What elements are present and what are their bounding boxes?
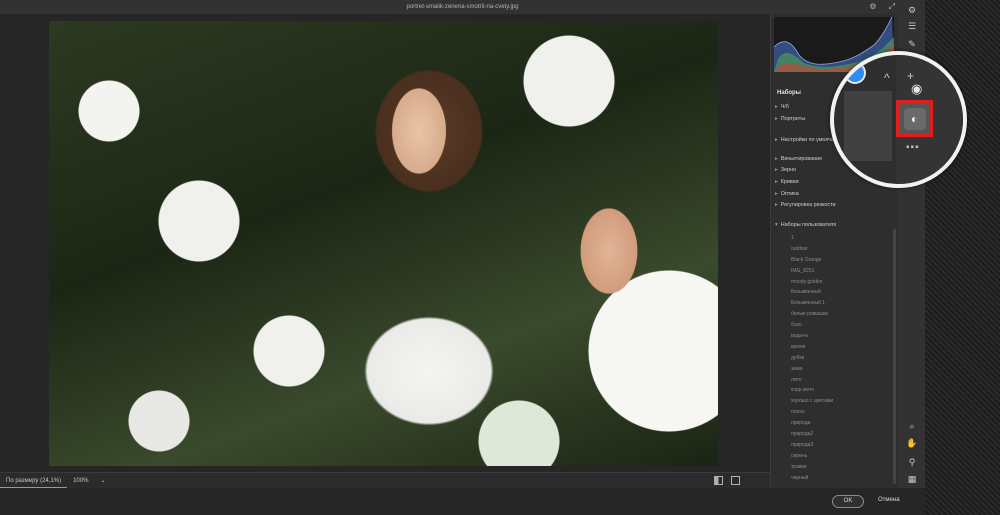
title-bar-icons: ⚙ ⤢: [869, 2, 895, 12]
presets-icon: ◐: [903, 107, 926, 130]
preset-group-portraits[interactable]: Портреты: [775, 116, 805, 122]
list-item[interactable]: 1: [791, 233, 833, 244]
view-toggles: [714, 476, 740, 485]
grid-icon[interactable]: ▦: [906, 473, 918, 485]
preset-group-sharpening[interactable]: Регулировка резкости: [775, 202, 836, 208]
list-item[interactable]: плохо: [791, 407, 833, 418]
list-item[interactable]: IMG_8251: [791, 266, 833, 277]
status-bar: По размеру (24,1%) 100% ⌄: [0, 472, 770, 489]
presets-header: Наборы: [777, 90, 801, 96]
list-item[interactable]: природа2: [791, 429, 833, 440]
preset-group-grain[interactable]: Зерно: [775, 167, 796, 173]
color-sampler-icon[interactable]: ⚲: [906, 456, 918, 468]
list-item[interactable]: сирень: [791, 451, 833, 462]
list-item[interactable]: outdoor: [791, 244, 833, 255]
callout-panel-strip: [844, 91, 892, 161]
gear-icon[interactable]: ⚙: [906, 4, 918, 16]
list-item[interactable]: Black Orange: [791, 255, 833, 266]
list-item[interactable]: лето: [791, 375, 833, 386]
list-item[interactable]: вода+а: [791, 331, 833, 342]
bottom-bar: OK Отмена: [0, 488, 925, 515]
single-view-icon[interactable]: [731, 476, 740, 485]
preset-group-vignetting[interactable]: Виньетирование: [775, 156, 822, 162]
preset-group-bw[interactable]: Ч/б: [775, 104, 789, 110]
list-item[interactable]: хорошо с цветами: [791, 396, 833, 407]
chevron-up-icon[interactable]: ^: [884, 71, 890, 85]
preset-group-user[interactable]: Наборы пользователя: [775, 222, 836, 228]
preset-group-curve[interactable]: Кривая: [775, 179, 799, 185]
preset-group-defaults[interactable]: Настройки по умолчан: [775, 137, 837, 143]
zoom-dropdown-icon[interactable]: ⌄: [94, 477, 111, 484]
zoom-icon[interactable]: ⌕: [906, 420, 918, 432]
accent-dot-icon: [844, 62, 866, 84]
preview-canvas[interactable]: [0, 14, 770, 472]
brush-icon[interactable]: ✎: [906, 38, 918, 50]
list-item[interactable]: Безымянный 1: [791, 298, 833, 309]
zoom-fit-button[interactable]: По размеру (24,1%): [0, 473, 68, 489]
panel-scrollbar[interactable]: [893, 229, 896, 484]
gear-icon[interactable]: ⚙: [869, 2, 876, 12]
cancel-button[interactable]: Отмена: [878, 497, 900, 503]
zoom-percent-button[interactable]: 100%: [67, 478, 94, 484]
expand-icon[interactable]: ⤢: [889, 2, 895, 12]
list-item[interactable]: moody golden: [791, 277, 833, 288]
zoom-callout: ^ + ◉ ◐ ▪▪▪: [830, 51, 967, 188]
list-item[interactable]: дубки: [791, 353, 833, 364]
list-item[interactable]: природа3: [791, 440, 833, 451]
title-bar: portret-smaiik-zenena-smotrit-na-cvety.j…: [0, 0, 925, 14]
before-after-icon[interactable]: [714, 476, 723, 485]
list-item[interactable]: время: [791, 342, 833, 353]
user-preset-list: 1 outdoor Black Orange IMG_8251 moody go…: [791, 233, 833, 483]
list-item[interactable]: травки: [791, 462, 833, 473]
list-item[interactable]: бохо: [791, 320, 833, 331]
list-item[interactable]: зима: [791, 364, 833, 375]
list-item[interactable]: природа: [791, 418, 833, 429]
eye-icon[interactable]: ◉: [911, 81, 922, 97]
sliders-icon[interactable]: ☰: [906, 20, 918, 32]
window-title: portret-smaiik-zenena-smotrit-na-cvety.j…: [406, 4, 519, 10]
list-item[interactable]: черный: [791, 473, 833, 484]
camera-raw-window: portret-smaiik-zenena-smotrit-na-cvety.j…: [0, 0, 1000, 515]
list-item[interactable]: корр.мето: [791, 385, 833, 396]
preset-group-optics[interactable]: Оптика: [775, 191, 799, 197]
hand-icon[interactable]: ✋: [906, 437, 918, 449]
list-item[interactable]: белые ромашки: [791, 309, 833, 320]
list-item[interactable]: Безымянный: [791, 287, 833, 298]
photo-preview[interactable]: [49, 21, 718, 466]
presets-button[interactable]: ◐: [896, 100, 933, 137]
more-dots-icon[interactable]: ▪▪▪: [906, 142, 920, 153]
ok-button[interactable]: OK: [832, 495, 864, 508]
